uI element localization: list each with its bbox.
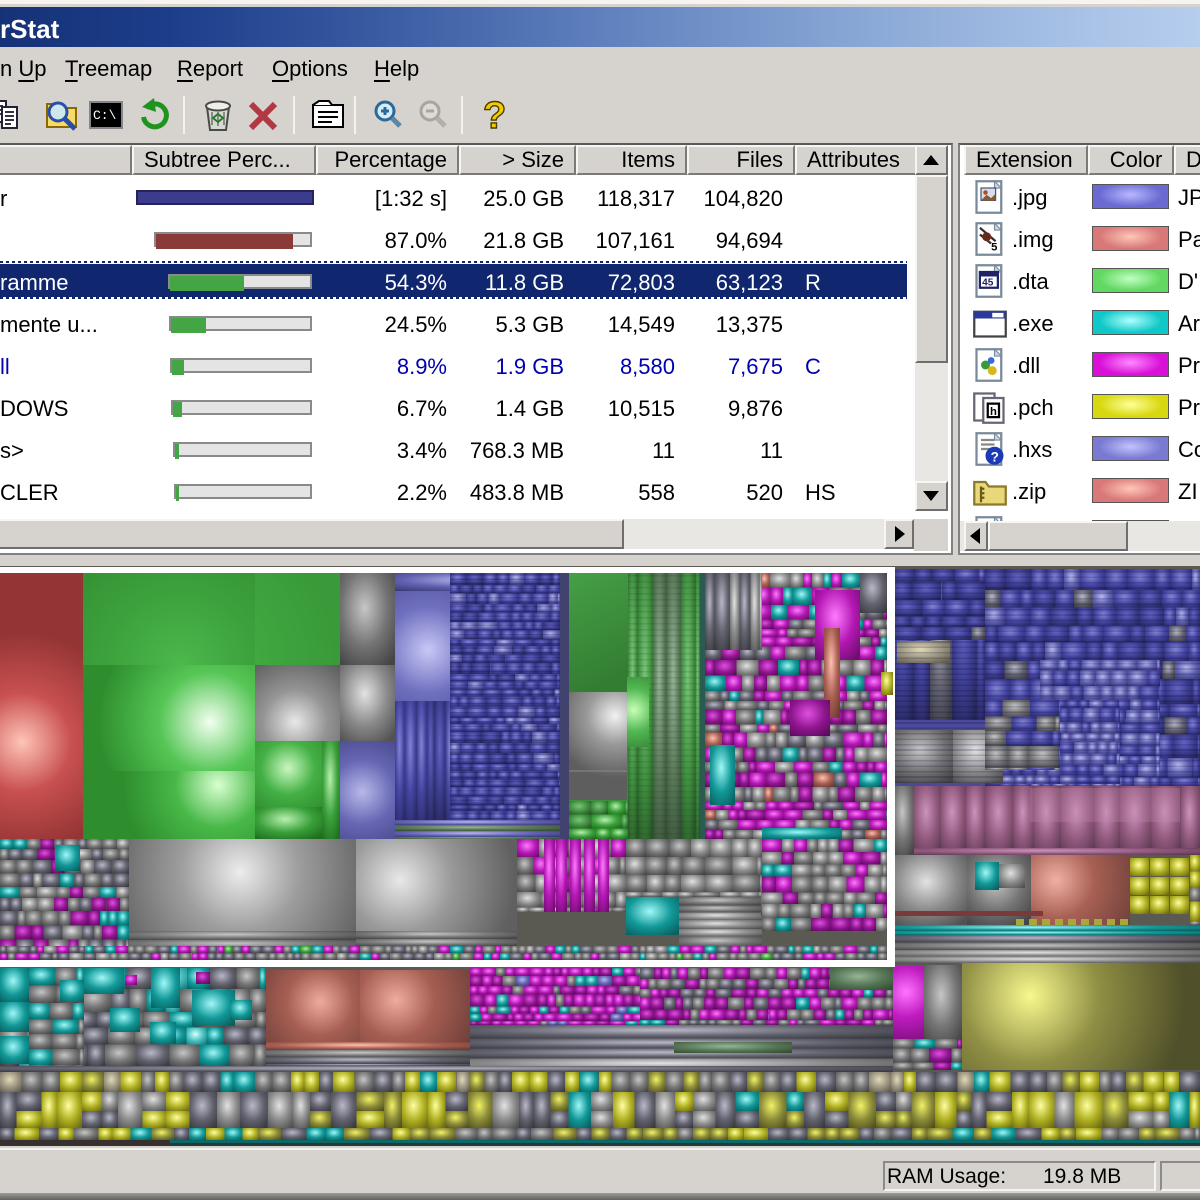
svg-text:45: 45 — [982, 278, 994, 289]
svg-text:h: h — [990, 406, 997, 418]
svg-text:5: 5 — [991, 241, 997, 253]
svg-text:C:\: C:\ — [93, 108, 117, 123]
svg-text:?: ? — [991, 449, 999, 464]
svg-text:?: ? — [483, 97, 506, 133]
